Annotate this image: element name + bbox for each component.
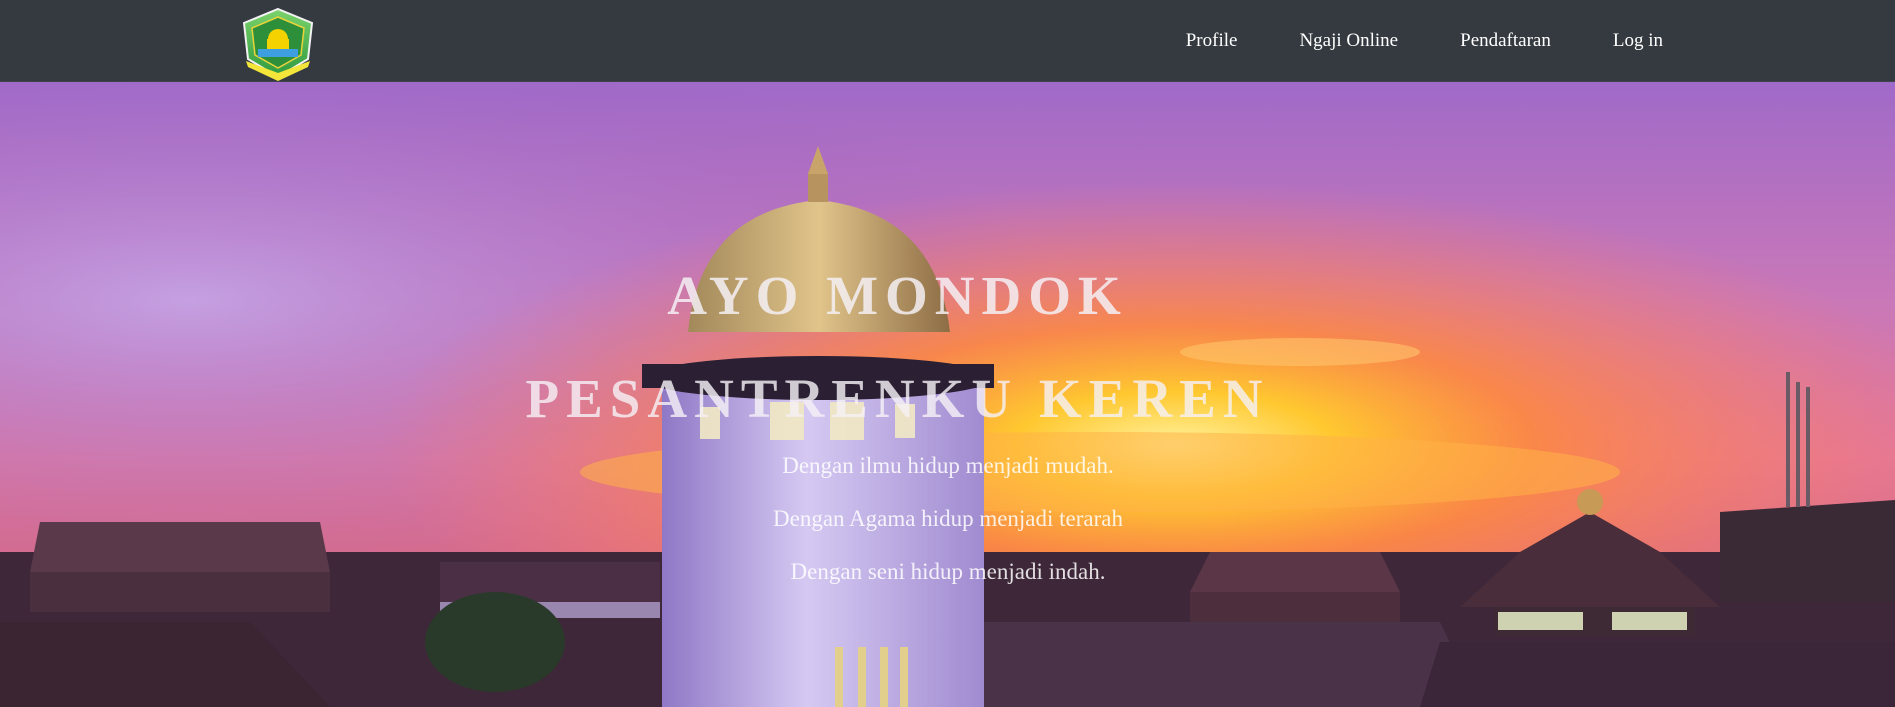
- nav-link-pendaftaran[interactable]: Pendaftaran: [1429, 0, 1582, 82]
- hero-tagline: Dengan seni hidup menjadi indah.: [790, 559, 1106, 584]
- hero-tagline: Dengan Agama hidup menjadi terarah: [773, 506, 1123, 531]
- nav-link-login[interactable]: Log in: [1582, 0, 1663, 82]
- hero-title-line2: PESANTRENKU KEREN: [525, 368, 1270, 429]
- hero-title-line1: AYO MONDOK: [667, 265, 1128, 326]
- hero-tagline: Dengan ilmu hidup menjadi mudah.: [782, 453, 1114, 478]
- navbar: Profile Ngaji Online Pendaftaran Log in: [0, 0, 1895, 82]
- hero-text: AYO MONDOK PESANTRENKU KEREN Dengan ilmu…: [0, 82, 1895, 707]
- nav-link-profile[interactable]: Profile: [1155, 0, 1269, 82]
- nav-link-ngaji-online[interactable]: Ngaji Online: [1268, 0, 1429, 82]
- hero-banner: AYO MONDOK PESANTRENKU KEREN Dengan ilmu…: [0, 82, 1895, 707]
- nav-menu: Profile Ngaji Online Pendaftaran Log in: [1155, 0, 1663, 82]
- pesantren-logo-icon[interactable]: [238, 7, 318, 83]
